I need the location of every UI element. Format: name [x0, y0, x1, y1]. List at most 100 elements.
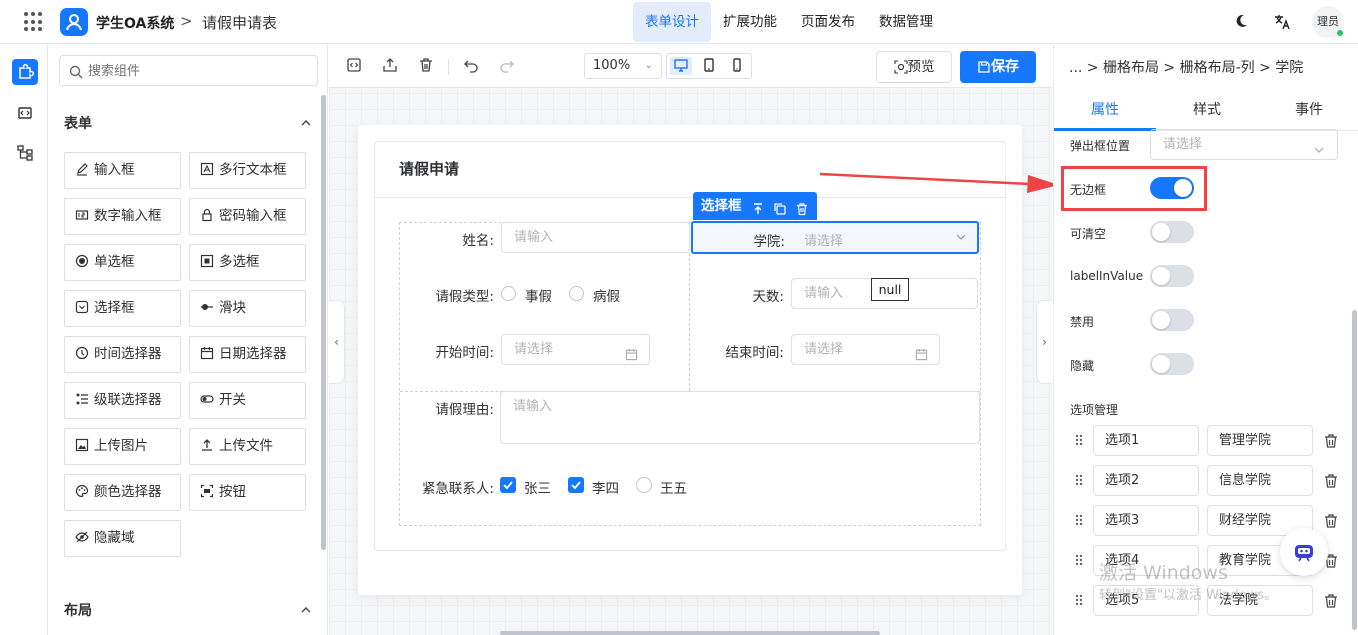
chevron-right-icon: ›	[1042, 335, 1047, 349]
end-time-placeholder: 请选择	[804, 342, 844, 357]
drag-handle-icon[interactable]	[1074, 513, 1084, 527]
delete-option-icon[interactable]	[1324, 473, 1338, 489]
switch-clearable[interactable]	[1150, 221, 1194, 243]
component-upload-image[interactable]: 上传图片	[64, 428, 181, 465]
rail-tree-icon[interactable]	[12, 139, 38, 165]
undo-icon[interactable]	[462, 57, 480, 75]
switch-icon	[200, 385, 214, 403]
college-select-selected[interactable]: 学院: 请选择	[691, 221, 979, 254]
component-textarea[interactable]: 多行文本框	[189, 152, 306, 189]
switch-label-in-value[interactable]	[1150, 265, 1194, 287]
popup-position-label: 弹出框位置	[1070, 139, 1131, 153]
component-color-picker[interactable]: 颜色选择器	[64, 474, 181, 511]
property-breadcrumb: ... > 栅格布局 > 栅格布局-列 > 学院	[1069, 60, 1304, 76]
checkbox-wangwu[interactable]	[636, 477, 652, 493]
drag-handle-icon[interactable]	[1074, 433, 1084, 447]
option-key-input[interactable]: 选项2	[1093, 465, 1199, 496]
drag-handle-icon[interactable]	[1074, 593, 1084, 607]
nav-publish[interactable]: 页面发布	[789, 2, 867, 42]
save-button[interactable]: 保存	[960, 51, 1036, 83]
chevron-up-icon[interactable]	[300, 602, 312, 616]
emergency-contact-label: 紧急联系人:	[421, 481, 494, 497]
component-slider[interactable]: 滑块	[189, 290, 306, 327]
dark-mode-icon[interactable]	[1233, 13, 1249, 29]
nav-data[interactable]: 数据管理	[867, 2, 945, 42]
option-key-input[interactable]: 选项3	[1093, 505, 1199, 536]
edit-icon	[75, 155, 89, 176]
canvas-toolbar: 100% ⌄ 预览 保存	[329, 45, 1052, 88]
delete-option-icon[interactable]	[1324, 433, 1338, 449]
mobile-icon[interactable]	[726, 57, 748, 75]
reason-textarea[interactable]: 请输入	[500, 391, 980, 444]
tablet-icon[interactable]	[698, 57, 720, 75]
tab-events[interactable]: 事件	[1258, 89, 1358, 131]
number-icon	[75, 201, 89, 220]
form-section-title: 表单	[64, 116, 92, 132]
end-time-picker[interactable]: 请选择	[791, 334, 940, 365]
component-button[interactable]: 按钮	[189, 474, 306, 511]
apps-grid-icon[interactable]	[24, 12, 44, 32]
drag-handle-icon[interactable]	[1074, 473, 1084, 487]
component-checkbox[interactable]: 多选框	[189, 244, 306, 281]
component-search[interactable]	[59, 55, 318, 86]
switch-hidden[interactable]	[1150, 353, 1194, 375]
upload-icon	[200, 431, 214, 451]
desktop-icon[interactable]	[670, 57, 692, 75]
component-input[interactable]: 输入框	[64, 152, 181, 189]
radio-icon	[75, 247, 89, 268]
checkbox-lisi[interactable]	[568, 477, 584, 493]
delete-icon[interactable]	[417, 57, 435, 75]
component-date-picker[interactable]: 日期选择器	[189, 336, 306, 373]
search-input[interactable]	[88, 61, 308, 81]
switch-disabled-label: 禁用	[1070, 315, 1095, 329]
nav-form-design[interactable]: 表单设计	[633, 2, 711, 42]
component-radio[interactable]: 单选框	[64, 244, 181, 281]
canvas-horizontal-scrollbar[interactable]	[500, 631, 880, 635]
radio-personal[interactable]	[501, 286, 516, 301]
rail-components-icon[interactable]	[12, 59, 38, 85]
eye-off-icon	[75, 523, 89, 543]
collapse-right-button[interactable]: ›	[1036, 300, 1052, 384]
collapse-left-button[interactable]: ‹	[329, 300, 345, 384]
button-icon	[200, 477, 214, 498]
nav-extensions[interactable]: 扩展功能	[711, 2, 789, 42]
switch-disabled[interactable]	[1150, 309, 1194, 331]
option-value-input[interactable]: 信息学院	[1207, 465, 1313, 496]
component-number-input[interactable]: 数字输入框	[64, 198, 181, 235]
tab-styles[interactable]: 样式	[1156, 89, 1258, 131]
chevron-up-icon[interactable]	[300, 115, 312, 129]
preview-button[interactable]: 预览	[876, 51, 952, 83]
name-input[interactable]: 请输入	[501, 222, 690, 253]
delete-option-icon[interactable]	[1324, 513, 1338, 529]
component-switch[interactable]: 开关	[189, 382, 306, 419]
component-upload-file[interactable]: 上传文件	[189, 428, 306, 465]
component-select[interactable]: 选择框	[64, 290, 181, 327]
delete-option-icon[interactable]	[1324, 593, 1338, 609]
chatbot-button[interactable]	[1280, 528, 1328, 576]
import-icon[interactable]	[381, 57, 399, 75]
redo-icon[interactable]	[498, 57, 516, 75]
translate-icon[interactable]	[1273, 13, 1291, 31]
popup-position-select[interactable]: 请选择	[1150, 129, 1338, 160]
drag-handle-icon[interactable]	[1074, 553, 1084, 567]
component-password[interactable]: 密码输入框	[189, 198, 306, 235]
property-panel-scrollbar[interactable]	[1352, 310, 1357, 630]
rail-code-icon[interactable]	[12, 100, 38, 126]
code-icon[interactable]	[345, 57, 363, 75]
toolbar-divider	[448, 59, 449, 75]
option-key-input[interactable]: 选项1	[1093, 425, 1199, 456]
chevron-down-icon	[955, 231, 967, 247]
component-hidden-field[interactable]: 隐藏域	[64, 520, 181, 557]
component-cascader[interactable]: 级联选择器	[64, 382, 181, 419]
option-value-input[interactable]: 管理学院	[1207, 425, 1313, 456]
component-panel-scrollbar[interactable]	[321, 95, 326, 550]
component-time-picker[interactable]: 时间选择器	[64, 336, 181, 373]
calendar-icon	[200, 339, 214, 360]
device-switcher	[666, 53, 752, 79]
tab-properties[interactable]: 属性	[1054, 89, 1156, 131]
start-time-picker[interactable]: 请选择	[501, 334, 650, 365]
checkbox-zhangsan[interactable]	[500, 477, 516, 493]
zoom-select[interactable]: 100% ⌄	[584, 53, 662, 79]
avatar[interactable]: 理员	[1312, 6, 1344, 38]
radio-sick[interactable]	[569, 286, 584, 301]
